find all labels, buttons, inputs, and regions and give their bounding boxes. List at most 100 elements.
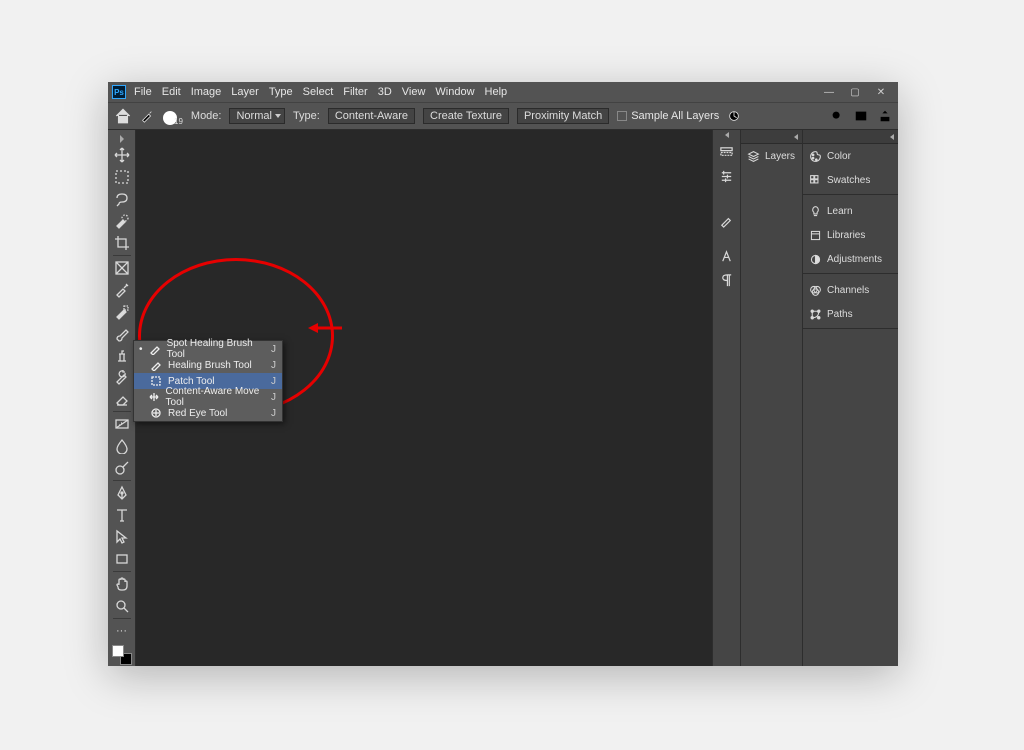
share-icon[interactable]: [878, 109, 892, 123]
shape-tool[interactable]: [110, 548, 134, 570]
history-icon[interactable]: [716, 140, 738, 164]
hand-tool[interactable]: [110, 573, 134, 595]
channels-tab[interactable]: Channels: [803, 278, 898, 302]
sample-all-layers-label: Sample All Layers: [631, 110, 719, 122]
maximize-button[interactable]: ▢: [842, 84, 868, 100]
bandage-icon: [149, 343, 162, 355]
menu-help[interactable]: Help: [485, 86, 508, 98]
flyout-content-aware-move[interactable]: Content-Aware Move Tool J: [134, 389, 282, 405]
move-icon: [148, 391, 160, 403]
menu-type[interactable]: Type: [269, 86, 293, 98]
bulb-icon: [809, 205, 822, 218]
layers-tab[interactable]: Layers: [741, 144, 802, 168]
type-proximity-match-button[interactable]: Proximity Match: [517, 108, 609, 124]
blur-tool[interactable]: [110, 435, 134, 457]
adjustments-tab[interactable]: Adjustments: [803, 247, 898, 271]
panel-label: Swatches: [827, 175, 870, 186]
frame-tool[interactable]: [110, 257, 134, 279]
flyout-label: Spot Healing Brush Tool: [167, 338, 266, 360]
brush-size-value: 19: [174, 117, 183, 126]
menu-window[interactable]: Window: [435, 86, 474, 98]
search-icon[interactable]: [830, 109, 844, 123]
toolbar-collapse-icon[interactable]: [108, 134, 135, 144]
palette-icon: [809, 150, 822, 163]
edit-toolbar-icon[interactable]: ···: [110, 620, 134, 642]
menu-layer[interactable]: Layer: [231, 86, 259, 98]
bandage-icon: [149, 359, 163, 371]
menu-select[interactable]: Select: [303, 86, 334, 98]
layers-icon: [747, 150, 760, 163]
flyout-shortcut: J: [271, 376, 276, 387]
mini-dock-1: [712, 130, 740, 666]
flyout-shortcut: J: [271, 360, 276, 371]
panel-label: Learn: [827, 206, 853, 217]
mode-label: Mode:: [191, 110, 222, 122]
titlebar: Ps File Edit Image Layer Type Select Fil…: [108, 82, 898, 102]
marquee-tool[interactable]: [110, 166, 134, 188]
brushes-icon[interactable]: [716, 208, 738, 232]
home-icon[interactable]: [114, 107, 132, 125]
mode-dropdown[interactable]: Normal: [229, 108, 284, 124]
window-controls: — ▢ ✕: [816, 84, 894, 100]
dodge-tool[interactable]: [110, 457, 134, 479]
menu-file[interactable]: File: [134, 86, 152, 98]
panel-label: Libraries: [827, 230, 865, 241]
move-tool[interactable]: [110, 144, 134, 166]
history-brush-tool[interactable]: [110, 367, 134, 389]
paths-tab[interactable]: Paths: [803, 302, 898, 326]
menu-view[interactable]: View: [402, 86, 426, 98]
minimize-button[interactable]: —: [816, 84, 842, 100]
paragraph-icon[interactable]: [716, 268, 738, 292]
pen-tool[interactable]: [110, 482, 134, 504]
panel-collapse-icon[interactable]: [741, 130, 802, 144]
properties-icon[interactable]: [716, 164, 738, 188]
path-select-tool[interactable]: [110, 526, 134, 548]
eyedropper-tool[interactable]: [110, 279, 134, 301]
color-swatches[interactable]: [111, 644, 133, 666]
panel-label: Paths: [827, 309, 853, 320]
app-logo: Ps: [112, 85, 126, 99]
sample-all-layers-checkbox[interactable]: [617, 111, 627, 121]
type-tool[interactable]: [110, 504, 134, 526]
swatches-icon: [809, 174, 822, 187]
crop-tool[interactable]: [110, 232, 134, 254]
flyout-shortcut: J: [271, 344, 276, 355]
menu-image[interactable]: Image: [191, 86, 222, 98]
zoom-tool[interactable]: [110, 595, 134, 617]
eye-icon: [149, 407, 163, 419]
menubar: File Edit Image Layer Type Select Filter…: [134, 86, 507, 98]
foreground-color[interactable]: [112, 645, 124, 657]
spot-healing-tool[interactable]: [110, 301, 134, 323]
panel-label: Color: [827, 151, 851, 162]
channels-icon: [809, 284, 822, 297]
panel-label: Adjustments: [827, 254, 882, 265]
menu-edit[interactable]: Edit: [162, 86, 181, 98]
adjustments-icon: [809, 253, 822, 266]
flyout-spot-healing[interactable]: • Spot Healing Brush Tool J: [134, 341, 282, 357]
color-tab[interactable]: Color: [803, 144, 898, 168]
dock-collapse-icon[interactable]: [713, 130, 740, 140]
quick-select-tool[interactable]: [110, 210, 134, 232]
eraser-tool[interactable]: [110, 388, 134, 410]
type-create-texture-button[interactable]: Create Texture: [423, 108, 509, 124]
libraries-tab[interactable]: Libraries: [803, 223, 898, 247]
menu-3d[interactable]: 3D: [378, 86, 392, 98]
learn-tab[interactable]: Learn: [803, 199, 898, 223]
close-button[interactable]: ✕: [868, 84, 894, 100]
character-icon[interactable]: [716, 244, 738, 268]
app-window: Ps File Edit Image Layer Type Select Fil…: [108, 82, 898, 666]
workspace-icon[interactable]: [854, 109, 868, 123]
pressure-icon[interactable]: [727, 109, 741, 123]
paths-icon: [809, 308, 822, 321]
panel-collapse-icon[interactable]: [803, 130, 898, 144]
brush-tool[interactable]: [110, 323, 134, 345]
layers-panel: Layers: [740, 130, 802, 666]
lasso-tool[interactable]: [110, 188, 134, 210]
clone-stamp-tool[interactable]: [110, 345, 134, 367]
flyout-label: Healing Brush Tool: [168, 360, 252, 371]
swatches-tab[interactable]: Swatches: [803, 168, 898, 192]
tool-preset-icon[interactable]: [140, 109, 154, 123]
menu-filter[interactable]: Filter: [343, 86, 367, 98]
gradient-tool[interactable]: [110, 413, 134, 435]
type-content-aware-button[interactable]: Content-Aware: [328, 108, 415, 124]
